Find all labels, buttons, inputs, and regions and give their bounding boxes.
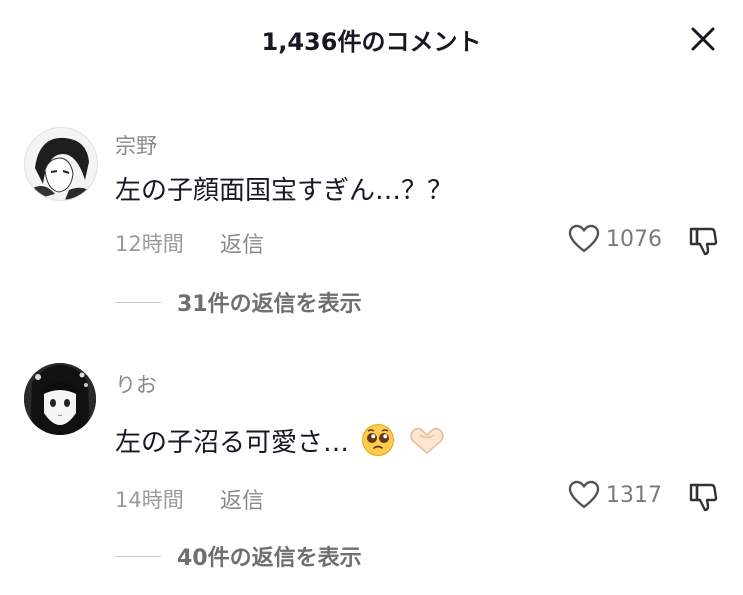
anime-character-avatar-icon — [24, 363, 96, 435]
like-button[interactable]: 1076 — [568, 224, 662, 254]
avatar[interactable] — [24, 127, 98, 201]
like-count: 1317 — [606, 482, 662, 508]
reply-button[interactable]: 返信 — [220, 227, 264, 259]
divider-line — [115, 555, 161, 557]
view-replies-label: 40件の返信を表示 — [177, 546, 362, 571]
like-count: 1076 — [606, 226, 662, 252]
dislike-button[interactable] — [688, 226, 718, 260]
pleading-face-emoji-icon — [361, 423, 395, 464]
like-button[interactable]: 1317 — [568, 480, 662, 510]
close-icon[interactable] — [690, 26, 716, 52]
thumbs-down-icon[interactable] — [688, 226, 718, 256]
close-button[interactable] — [684, 20, 722, 58]
username[interactable]: りお — [115, 369, 157, 399]
divider-line — [115, 301, 161, 303]
view-replies-label: 31件の返信を表示 — [177, 292, 362, 317]
avatar[interactable] — [24, 363, 96, 435]
view-replies-button[interactable]: 40件の返信を表示 — [115, 540, 362, 572]
anime-character-avatar-icon — [25, 128, 97, 200]
heart-icon[interactable] — [568, 480, 600, 510]
heart-hands-emoji-icon — [408, 423, 446, 464]
view-replies-button[interactable]: 31件の返信を表示 — [115, 286, 362, 318]
dislike-button[interactable] — [688, 482, 718, 516]
comment-text: 左の子顔面国宝すぎん…？？ — [115, 176, 454, 206]
comment-time: 12時間 — [115, 232, 184, 256]
page-title: 1,436件のコメント — [261, 28, 482, 56]
reply-button[interactable]: 返信 — [220, 483, 264, 515]
comment-time: 14時間 — [115, 488, 184, 512]
comment-text-body: 左の子沼る可愛さ… — [115, 428, 350, 458]
comment-text: 左の子沼る可愛さ… — [115, 422, 446, 464]
thumbs-down-icon[interactable] — [688, 482, 718, 512]
username[interactable]: 宗野 — [115, 130, 157, 160]
heart-icon[interactable] — [568, 224, 600, 254]
